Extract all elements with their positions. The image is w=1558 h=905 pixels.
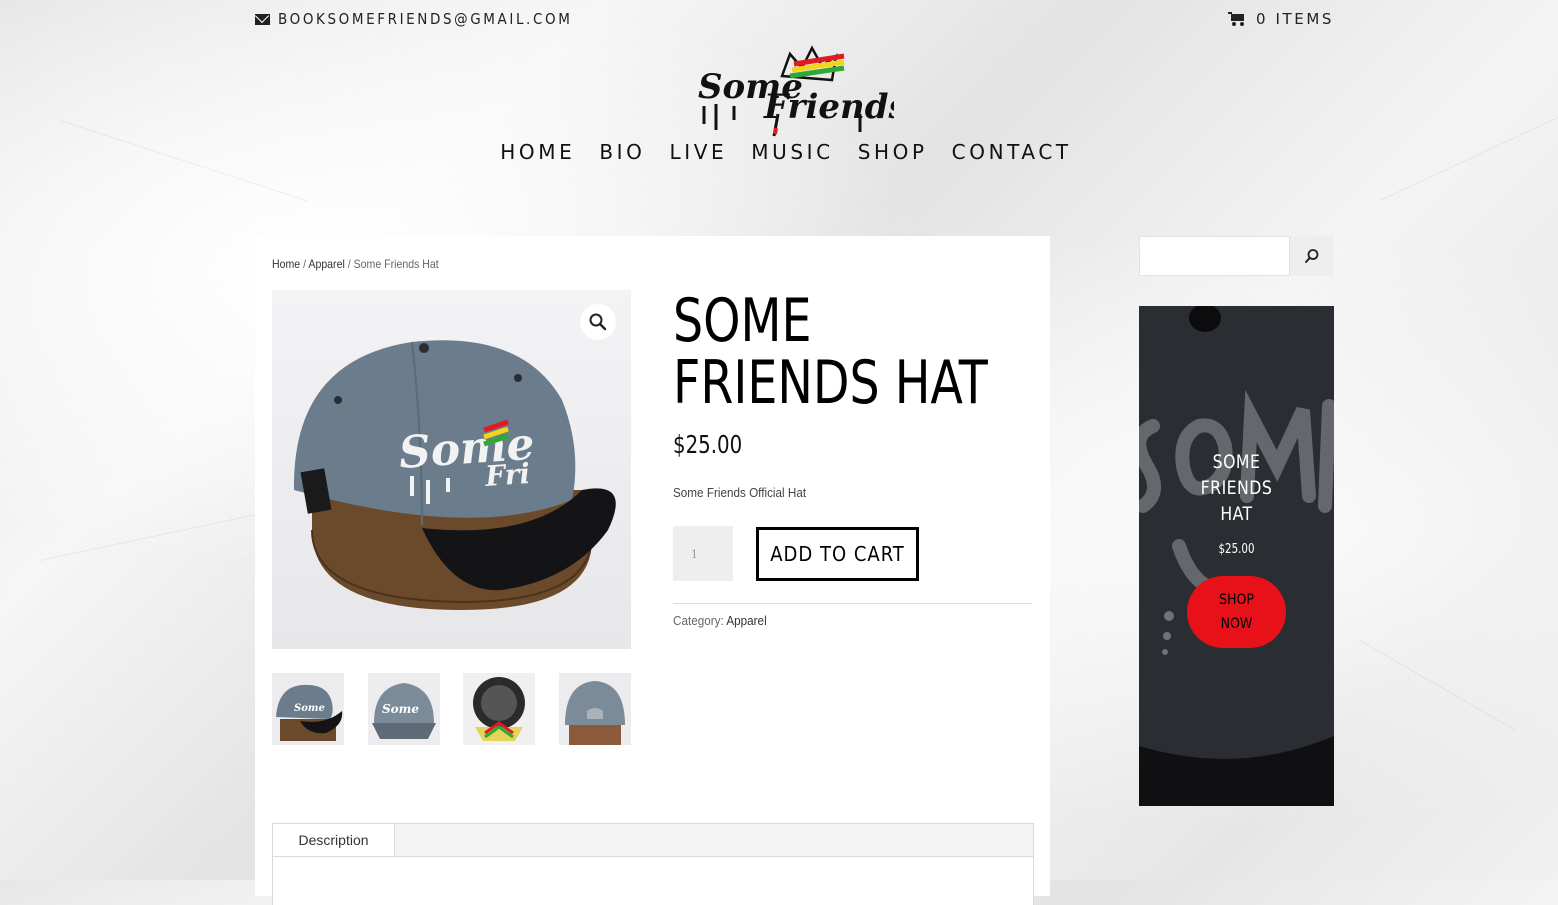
promo-widget: SOME FRIENDS HAT $25.00 SHOP NOW bbox=[1139, 306, 1334, 806]
product-card: Home / Apparel / Some Friends Hat Some F… bbox=[255, 236, 1050, 905]
thumbnail-2[interactable]: Some bbox=[368, 673, 440, 745]
main-nav: HOME BIO LIVE MUSIC SHOP CONTACT bbox=[0, 140, 1558, 164]
nav-live[interactable]: LIVE bbox=[670, 140, 728, 164]
shopping-cart-icon bbox=[1227, 12, 1246, 26]
search-button[interactable] bbox=[1290, 236, 1334, 276]
paper-texture bbox=[39, 514, 256, 561]
envelope-icon bbox=[255, 13, 270, 25]
shop-now-button[interactable]: SHOP NOW bbox=[1187, 576, 1286, 648]
magnifier-icon bbox=[589, 313, 607, 331]
nav-shop[interactable]: SHOP bbox=[858, 140, 928, 164]
svg-text:Some: Some bbox=[294, 703, 325, 714]
nav-contact[interactable]: CONTACT bbox=[952, 140, 1072, 164]
quantity-input[interactable] bbox=[673, 526, 733, 581]
breadcrumb-separator: / bbox=[344, 257, 354, 271]
tab-description[interactable]: Description bbox=[273, 824, 395, 856]
thumbnail-4[interactable] bbox=[559, 673, 631, 745]
svg-text:Friends: Friends bbox=[763, 87, 894, 127]
thumbnail-strip: Some Some bbox=[272, 673, 631, 745]
cart-count[interactable]: 0 ITEMS bbox=[1256, 10, 1334, 28]
site-logo[interactable]: Some Friends bbox=[694, 44, 908, 138]
hat-photo: Some Fri bbox=[293, 340, 616, 610]
product-short-description: Some Friends Official Hat bbox=[673, 485, 807, 500]
breadcrumb: Home / Apparel / Some Friends Hat bbox=[272, 257, 439, 271]
sidebar-search bbox=[1139, 236, 1334, 276]
nav-home[interactable]: HOME bbox=[500, 140, 575, 164]
nav-bio[interactable]: BIO bbox=[599, 140, 645, 164]
product-category: Category: Apparel bbox=[673, 613, 767, 628]
product-tabs: Description bbox=[272, 823, 1034, 905]
cart-link[interactable]: 0 ITEMS bbox=[1227, 10, 1334, 28]
breadcrumb-current: Some Friends Hat bbox=[353, 257, 439, 271]
thumbnail-3[interactable] bbox=[463, 673, 535, 745]
product-title: SOME FRIENDS HAT bbox=[673, 286, 988, 418]
some-friends-logo-graphic: Some Friends bbox=[698, 45, 908, 137]
category-label: Category: bbox=[673, 613, 727, 628]
svg-text:Fri: Fri bbox=[483, 457, 531, 493]
add-to-cart-button[interactable]: ADD TO CART bbox=[756, 527, 919, 581]
promo-title: SOME FRIENDS HAT bbox=[1200, 451, 1273, 525]
top-bar: BOOKSOMEFRIENDS@GMAIL.COM 0 ITEMS bbox=[255, 10, 1334, 30]
svg-text:Some: Some bbox=[382, 702, 419, 716]
thumbnail-1[interactable]: Some bbox=[272, 673, 344, 745]
category-link[interactable]: Apparel bbox=[726, 613, 766, 628]
breadcrumb-home[interactable]: Home bbox=[272, 257, 300, 271]
product-price: $25.00 bbox=[673, 430, 743, 459]
breadcrumb-apparel[interactable]: Apparel bbox=[308, 257, 344, 271]
tab-panel bbox=[273, 856, 1033, 905]
search-input[interactable] bbox=[1139, 236, 1290, 276]
zoom-button[interactable] bbox=[580, 304, 616, 340]
promo-price: $25.00 bbox=[1218, 542, 1255, 557]
product-main-image[interactable]: Some Fri bbox=[272, 290, 631, 649]
paper-texture bbox=[1359, 640, 1517, 731]
search-icon bbox=[1305, 249, 1319, 263]
email-link[interactable]: BOOKSOMEFRIENDS@GMAIL.COM bbox=[255, 10, 572, 28]
nav-music[interactable]: MUSIC bbox=[751, 140, 833, 164]
email-text[interactable]: BOOKSOMEFRIENDS@GMAIL.COM bbox=[278, 10, 572, 28]
meta-divider bbox=[673, 603, 1032, 604]
